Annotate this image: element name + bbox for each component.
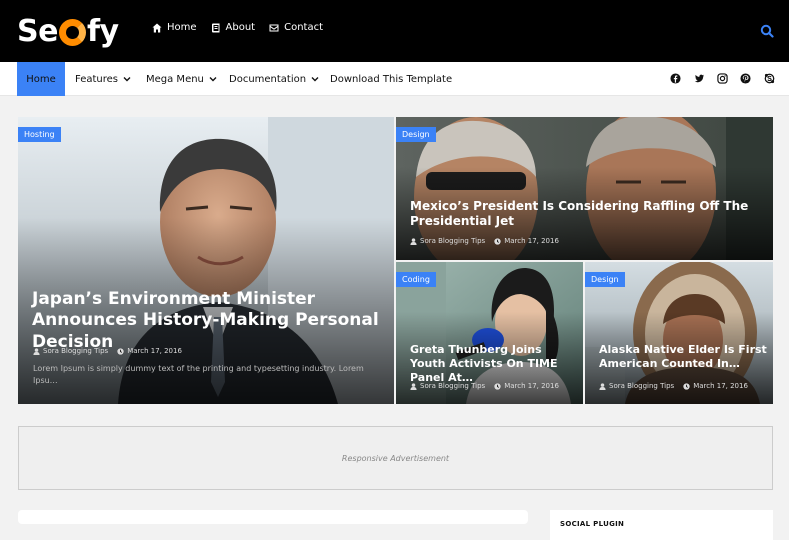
home-icon (152, 23, 162, 32)
chevron-down-icon (209, 77, 217, 82)
user-icon (599, 382, 606, 390)
post-excerpt: Lorem Ipsum is simply dummy text of the … (33, 364, 364, 385)
chevron-down-icon (123, 77, 131, 82)
nav-features[interactable]: Features (75, 62, 131, 96)
envelope-icon (269, 24, 279, 31)
logo-circle-icon (58, 18, 86, 46)
clock-icon (683, 382, 690, 390)
post-date: March 17, 2016 (504, 237, 559, 245)
main-content-panel (18, 510, 528, 524)
post-title[interactable]: Alaska Native Elder Is First American Co… (599, 343, 769, 371)
chevron-down-icon (311, 77, 319, 82)
nav-documentation[interactable]: Documentation (229, 62, 319, 96)
top-link-label: About (225, 22, 256, 33)
nav-download-template[interactable]: Download This Template (330, 62, 452, 96)
post-date: March 17, 2016 (504, 382, 559, 390)
user-icon (410, 237, 417, 245)
top-header: Se fy Home About Contact (0, 0, 789, 62)
pinterest-icon[interactable] (740, 73, 751, 84)
logo-text-left: Se (17, 13, 58, 49)
featured-post-large[interactable]: Hosting Japan’s Environment Minister Ann… (18, 117, 394, 404)
post-date: March 17, 2016 (127, 347, 182, 355)
nav-home[interactable]: Home (17, 62, 65, 96)
user-icon (33, 347, 40, 355)
post-author[interactable]: Sora Blogging Tips (420, 382, 485, 390)
image-overlay (18, 117, 394, 404)
featured-post[interactable]: Design Alaska Native Elder Is First Amer… (585, 262, 773, 404)
sidebar-widget: SOCIAL PLUGIN (550, 510, 773, 540)
post-author[interactable]: Sora Blogging Tips (43, 347, 108, 355)
post-meta: Sora Blogging Tips March 17, 2016 (33, 347, 182, 355)
post-title[interactable]: Japan’s Environment Minister Announces H… (32, 289, 382, 353)
featured-post[interactable]: Coding Greta Thunberg Joins Youth Activi… (396, 262, 583, 404)
post-author[interactable]: Sora Blogging Tips (420, 237, 485, 245)
widget-title: SOCIAL PLUGIN (560, 520, 625, 528)
category-tag[interactable]: Design (585, 272, 625, 287)
post-author[interactable]: Sora Blogging Tips (609, 382, 674, 390)
twitter-icon[interactable] (694, 73, 705, 84)
ad-label: Responsive Advertisement (341, 453, 450, 463)
book-icon (211, 23, 220, 32)
nav-home-label: Home (26, 73, 56, 85)
top-link-label: Home (167, 22, 197, 33)
post-meta: Sora Blogging Tips March 17, 2016 (599, 382, 748, 390)
top-link-about[interactable]: About (211, 22, 256, 33)
clock-icon (494, 237, 501, 245)
top-links: Home About Contact (152, 22, 323, 33)
post-title[interactable]: Mexico’s President Is Considering Raffli… (410, 199, 750, 229)
site-logo[interactable]: Se fy (17, 13, 119, 49)
logo-text-right: fy (86, 13, 119, 49)
nav-features-label: Features (75, 73, 118, 85)
nav-mega-menu[interactable]: Mega Menu (146, 62, 217, 96)
post-date: March 17, 2016 (693, 382, 748, 390)
nav-mega-menu-label: Mega Menu (146, 73, 204, 85)
clock-icon (117, 347, 124, 355)
top-link-contact[interactable]: Contact (269, 22, 323, 33)
post-meta: Sora Blogging Tips March 17, 2016 (410, 237, 559, 245)
skype-icon[interactable] (764, 73, 775, 84)
clock-icon (494, 382, 501, 390)
facebook-icon[interactable] (670, 73, 681, 84)
responsive-advertisement[interactable]: Responsive Advertisement (18, 426, 773, 490)
nav-download-label: Download This Template (330, 73, 453, 85)
user-icon (410, 382, 417, 390)
top-link-label: Contact (284, 22, 324, 33)
post-meta: Sora Blogging Tips March 17, 2016 (410, 382, 559, 390)
post-title[interactable]: Greta Thunberg Joins Youth Activists On … (410, 343, 580, 384)
featured-post[interactable]: Design Mexico’s President Is Considering… (396, 117, 773, 260)
category-tag[interactable]: Coding (396, 272, 436, 287)
nav-documentation-label: Documentation (229, 73, 307, 85)
category-tag[interactable]: Hosting (18, 127, 61, 142)
category-tag[interactable]: Design (396, 127, 436, 142)
search-icon[interactable] (760, 24, 774, 38)
instagram-icon[interactable] (717, 73, 728, 84)
top-link-home[interactable]: Home (152, 22, 197, 33)
